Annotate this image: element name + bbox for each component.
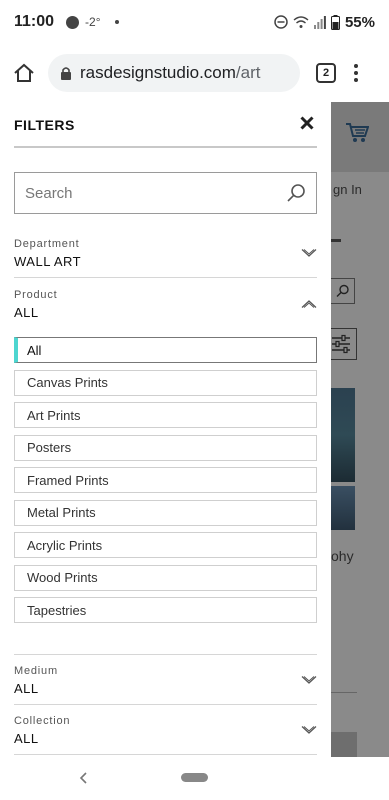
bg-search-box[interactable] (331, 278, 355, 304)
product-option-framed-prints[interactable]: Framed Prints (14, 467, 317, 493)
menu-dot-icon (354, 78, 358, 82)
url-text: rasdesignstudio.com/art (80, 63, 260, 83)
menu-dot-icon (354, 64, 358, 68)
url-path: /art (235, 63, 261, 82)
temperature-text: -2° (85, 15, 101, 29)
cart-icon (346, 123, 369, 142)
search-icon (336, 284, 349, 297)
chevron-down-icon (301, 676, 317, 684)
product-section[interactable]: Product ALL (14, 289, 317, 320)
filter-title: FILTERS (14, 117, 75, 133)
product-option-wood-prints[interactable]: Wood Prints (14, 564, 317, 591)
bg-header (331, 102, 389, 172)
do-not-disturb-icon (274, 15, 288, 29)
signal-icon (313, 16, 326, 29)
status-time: 11:00 (14, 13, 55, 30)
status-bar: 11:00 -2° 55% (0, 0, 389, 44)
collection-section[interactable]: Collection ALL (14, 715, 317, 746)
home-icon (14, 63, 34, 82)
browser-menu-button[interactable] (354, 64, 358, 82)
bg-divider (331, 692, 357, 693)
section-divider (14, 654, 317, 655)
lock-icon (61, 67, 71, 80)
product-options: All Canvas Prints Art Prints Posters Fra… (14, 337, 317, 630)
product-value: ALL (14, 305, 39, 320)
product-option-posters[interactable]: Posters (14, 434, 317, 461)
section-divider (14, 277, 317, 278)
product-option-art-prints[interactable]: Art Prints (14, 402, 317, 428)
section-divider (14, 754, 317, 755)
department-value: WALL ART (14, 254, 82, 269)
filter-drawer: FILTERS Department WALL ART Product ALL (0, 102, 331, 757)
product-option-acrylic-prints[interactable]: Acrylic Prints (14, 532, 317, 558)
chevron-down-icon (301, 249, 317, 257)
bg-product-image[interactable] (331, 486, 355, 530)
notification-icon (66, 15, 80, 29)
tab-switcher-button[interactable]: 2 (316, 63, 336, 83)
filter-header: FILTERS (0, 102, 331, 146)
bg-product-image[interactable] (331, 388, 355, 482)
wifi-icon (293, 16, 309, 28)
chevron-down-icon (301, 726, 317, 734)
status-notifications: -2° (66, 15, 119, 29)
header-divider (14, 146, 317, 148)
address-bar[interactable]: rasdesignstudio.com/art (48, 54, 300, 92)
tab-count: 2 (322, 67, 330, 79)
back-icon[interactable] (79, 771, 89, 785)
medium-section[interactable]: Medium ALL (14, 665, 317, 696)
status-right: 55% (274, 14, 375, 31)
department-label: Department (14, 238, 80, 250)
collection-label: Collection (14, 715, 71, 727)
product-option-metal-prints[interactable]: Metal Prints (14, 499, 317, 526)
product-option-canvas-prints[interactable]: Canvas Prints (14, 369, 317, 396)
browser-toolbar: rasdesignstudio.com/art 2 (0, 44, 389, 102)
close-icon (300, 116, 314, 130)
product-option-all[interactable]: All (14, 337, 317, 363)
filter-search-input[interactable] (25, 184, 275, 202)
battery-icon (330, 14, 340, 30)
chevron-up-icon (301, 300, 317, 308)
home-gesture-pill[interactable] (181, 773, 208, 782)
product-option-tapestries[interactable]: Tapestries (14, 597, 317, 623)
bg-product-title: ohy (331, 548, 354, 564)
medium-label: Medium (14, 665, 58, 677)
battery-percent: 55% (344, 13, 375, 31)
sign-in-link[interactable]: gn In (333, 182, 362, 197)
home-button[interactable] (10, 59, 38, 87)
collection-value: ALL (14, 731, 39, 746)
close-filters-button[interactable] (297, 113, 317, 133)
section-divider (14, 704, 317, 705)
bg-divider (331, 239, 341, 242)
page-overlay[interactable]: gn In ohy (331, 102, 389, 757)
url-domain: rasdesignstudio.com (80, 63, 236, 82)
bg-filter-button[interactable] (331, 328, 357, 360)
product-label: Product (14, 289, 58, 301)
sliders-icon (332, 334, 350, 354)
system-navigation-bar (0, 757, 389, 800)
more-notifications-icon (114, 20, 119, 24)
department-section[interactable]: Department WALL ART (14, 238, 317, 269)
bg-block (331, 732, 357, 757)
search-icon[interactable] (286, 183, 306, 203)
menu-dot-icon (354, 71, 358, 75)
filter-search-box (14, 172, 317, 214)
medium-value: ALL (14, 681, 39, 696)
